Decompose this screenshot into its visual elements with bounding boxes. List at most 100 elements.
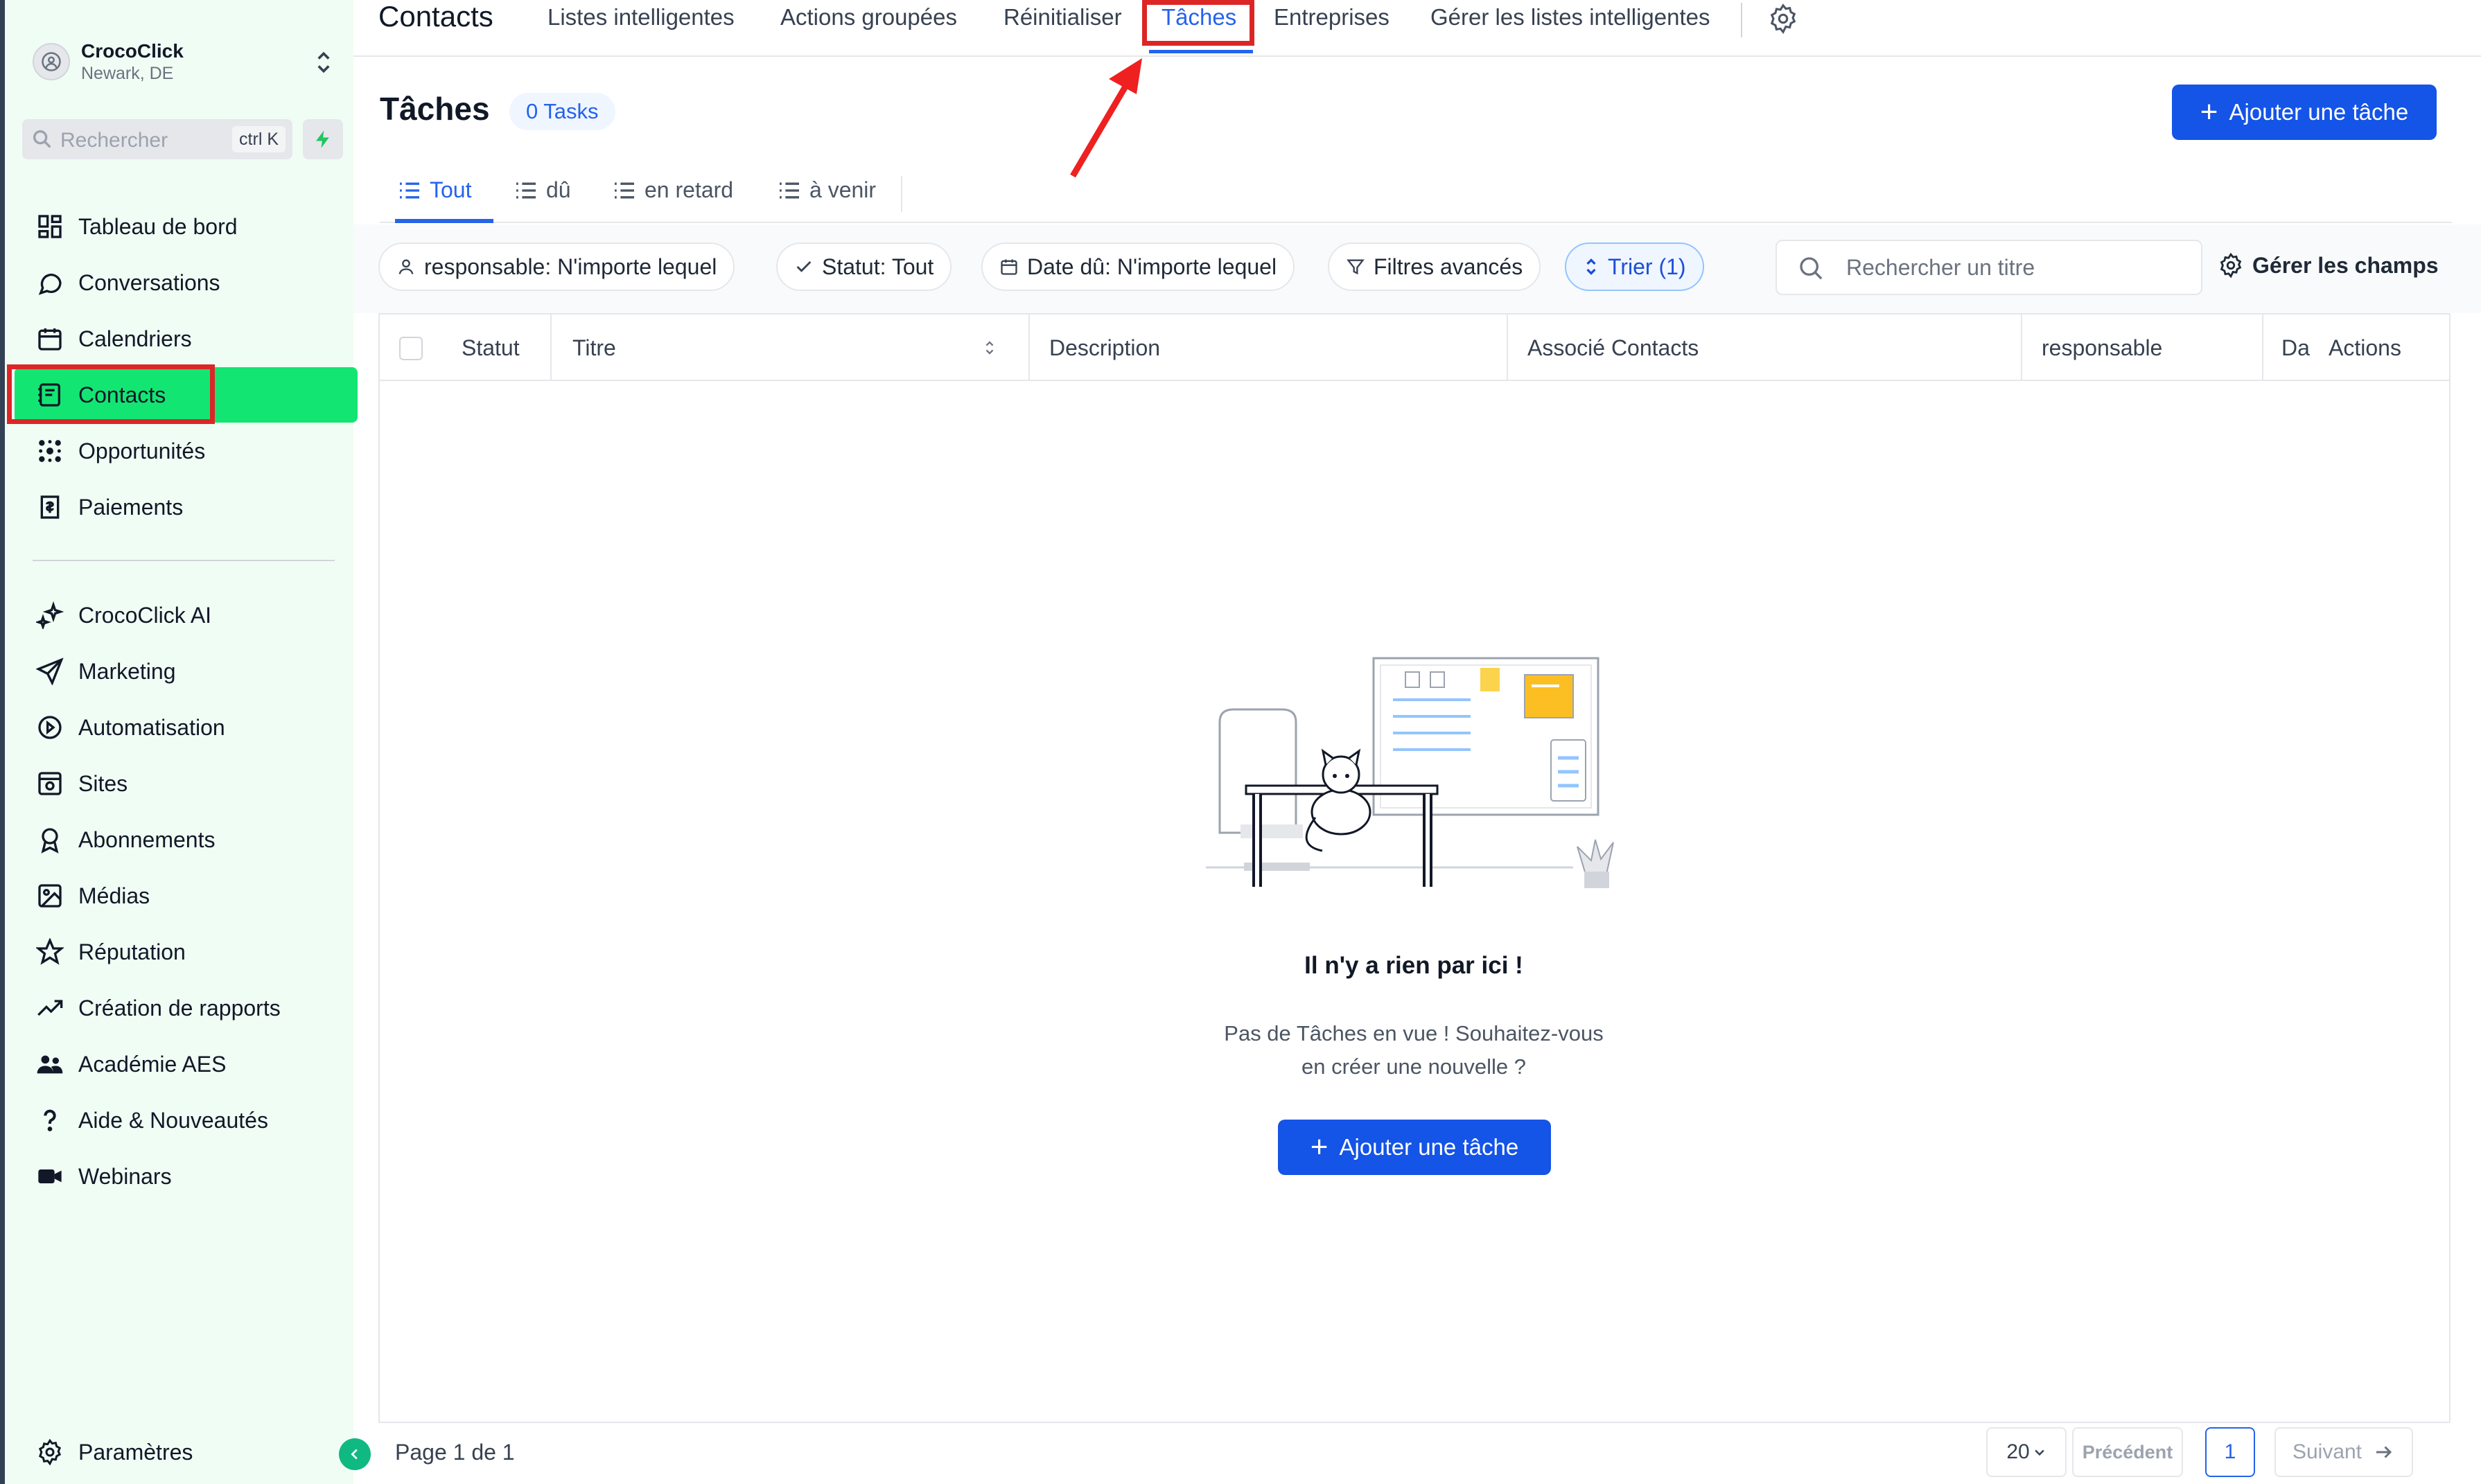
sidebar-item-label: Sites	[78, 770, 128, 796]
sidebar-divider	[33, 560, 335, 561]
previous-page-button[interactable]: Précédent	[2072, 1427, 2183, 1477]
account-location: Newark, DE	[81, 64, 174, 83]
per-page-value: 20	[2006, 1440, 2030, 1463]
empty-add-task-button[interactable]: + Ajouter une tâche	[1278, 1120, 1551, 1175]
tab-tasks[interactable]: Tâches	[1161, 4, 1236, 30]
sidebar-search[interactable]: Rechercher ctrl K	[22, 119, 292, 159]
list-icon	[778, 181, 801, 200]
collapse-sidebar-button[interactable]	[339, 1438, 371, 1470]
column-title[interactable]: Titre	[572, 315, 616, 381]
sidebar-item-chat[interactable]: Conversations	[15, 255, 358, 310]
tab-bulk-actions[interactable]: Actions groupées	[780, 4, 957, 30]
sidebar-item-automation[interactable]: Automatisation	[15, 700, 358, 755]
subtab-all[interactable]: Tout	[398, 177, 471, 203]
sidebar-item-star[interactable]: Réputation	[15, 924, 358, 980]
tab-manage-smart-lists[interactable]: Gérer les listes intelligentes	[1430, 4, 1710, 30]
sidebar-item-send[interactable]: Marketing	[15, 644, 358, 699]
sidebar-item-calendar[interactable]: Calendriers	[15, 311, 358, 366]
next-page-button[interactable]: Suivant	[2274, 1427, 2413, 1477]
sidebar-item-payments[interactable]: Paiements	[15, 479, 358, 535]
sort-button[interactable]: Trier (1)	[1565, 242, 1704, 291]
column-divider	[2262, 315, 2263, 381]
sidebar-item-video[interactable]: Webinars	[15, 1149, 358, 1204]
account-avatar-icon	[33, 43, 70, 80]
star-icon	[34, 936, 66, 968]
sidebar-item-label: Création de rapports	[78, 995, 281, 1021]
sidebar: CrocoClick Newark, DE Rechercher ctrl K …	[0, 0, 371, 1484]
sidebar-item-image[interactable]: Médias	[15, 868, 358, 924]
column-associated-contacts[interactable]: Associé Contacts	[1527, 315, 1699, 381]
column-status[interactable]: Statut	[462, 315, 520, 381]
empty-state-title: Il n'y a rien par ici !	[1304, 952, 1523, 979]
sidebar-item-label: Abonnements	[78, 827, 216, 852]
subtab-label: à venir	[809, 177, 877, 202]
empty-add-task-label: Ajouter une tâche	[1339, 1134, 1519, 1160]
sidebar-item-label: Marketing	[78, 658, 176, 684]
contacts-icon	[34, 379, 66, 411]
title-search-input[interactable]: Rechercher un titre	[1776, 240, 2202, 295]
add-task-button[interactable]: + Ajouter une tâche	[2172, 85, 2437, 140]
advanced-filters-button[interactable]: Filtres avancés	[1328, 242, 1541, 291]
account-name: CrocoClick	[81, 40, 184, 62]
user-icon	[396, 256, 416, 277]
sidebar-item-badge[interactable]: Abonnements	[15, 812, 358, 867]
column-assignee[interactable]: responsable	[2042, 315, 2162, 381]
sidebar-item-settings[interactable]: Paramètres	[15, 1424, 358, 1480]
sidebar-item-users[interactable]: Académie AES	[15, 1036, 358, 1092]
sidebar-item-question[interactable]: Aide & Nouveautés	[15, 1093, 358, 1148]
sidebar-item-dashboard[interactable]: Tableau de bord	[15, 199, 358, 254]
tab-reset[interactable]: Réinitialiser	[1003, 4, 1122, 30]
empty-state-line-1: Pas de Tâches en vue ! Souhaitez-vous	[1224, 1021, 1604, 1045]
sidebar-item-opportunities[interactable]: Opportunités	[15, 423, 358, 479]
page-1-button[interactable]: 1	[2205, 1427, 2255, 1477]
sidebar-item-sparkle[interactable]: CrocoClick AI	[15, 588, 358, 643]
users-icon	[34, 1048, 66, 1080]
select-all-checkbox[interactable]	[399, 337, 423, 360]
status-filter[interactable]: Statut: Tout	[776, 242, 952, 291]
top-navigation: Contacts Listes intelligentes Actions gr…	[353, 0, 2481, 57]
column-divider	[550, 315, 552, 381]
subtab-upcoming[interactable]: à venir	[778, 177, 876, 203]
list-icon	[613, 181, 636, 200]
quick-action-button[interactable]	[303, 119, 343, 159]
sites-icon	[34, 768, 66, 800]
assignee-filter[interactable]: responsable: N'importe lequel	[378, 242, 735, 291]
chevron-updown-icon[interactable]	[310, 43, 337, 82]
sidebar-item-label: Opportunités	[78, 438, 206, 463]
per-page-select[interactable]: 20	[1986, 1427, 2067, 1477]
gear-icon[interactable]	[1767, 3, 1799, 38]
sidebar-item-label: Académie AES	[78, 1051, 227, 1077]
table-header: Statut Titre Description Associé Contact…	[380, 315, 2449, 381]
search-icon	[30, 127, 54, 154]
video-icon	[34, 1160, 66, 1192]
task-count-badge: 0 Tasks	[509, 93, 615, 130]
sidebar-item-label: Aide & Nouveautés	[78, 1107, 268, 1133]
column-divider	[2021, 315, 2022, 381]
sidebar-item-sites[interactable]: Sites	[15, 756, 358, 811]
sidebar-item-label: Contacts	[78, 382, 166, 407]
tab-companies[interactable]: Entreprises	[1274, 4, 1389, 30]
task-filter-tabs: Tout dû en retard à venir	[380, 164, 2452, 223]
subtab-due[interactable]: dû	[514, 177, 571, 203]
sidebar-item-label: CrocoClick AI	[78, 602, 212, 628]
column-date[interactable]: Da	[2281, 315, 2310, 381]
chevron-down-icon	[2034, 1449, 2044, 1456]
due-date-filter-label: Date dû: N'importe lequel	[1027, 254, 1277, 279]
sidebar-item-contacts[interactable]: Contacts	[15, 367, 358, 423]
gear-icon	[2218, 252, 2244, 279]
tab-smart-lists[interactable]: Listes intelligentes	[547, 4, 735, 30]
column-divider	[1507, 315, 1508, 381]
due-date-filter[interactable]: Date dû: N'importe lequel	[981, 242, 1295, 291]
shortcut-badge: ctrl K	[232, 126, 286, 152]
manage-fields-button[interactable]: Gérer les champs	[2218, 252, 2439, 279]
subtab-label: dû	[546, 177, 571, 202]
badge-icon	[34, 824, 66, 856]
manage-fields-label: Gérer les champs	[2252, 252, 2439, 278]
subtab-overdue[interactable]: en retard	[613, 177, 733, 203]
sort-updown-icon[interactable]	[984, 315, 995, 381]
arrow-right-icon	[2376, 1446, 2392, 1458]
account-switcher[interactable]: CrocoClick Newark, DE	[33, 35, 337, 90]
column-description[interactable]: Description	[1049, 315, 1160, 381]
sidebar-item-trend[interactable]: Création de rapports	[15, 980, 358, 1036]
send-icon	[34, 655, 66, 687]
